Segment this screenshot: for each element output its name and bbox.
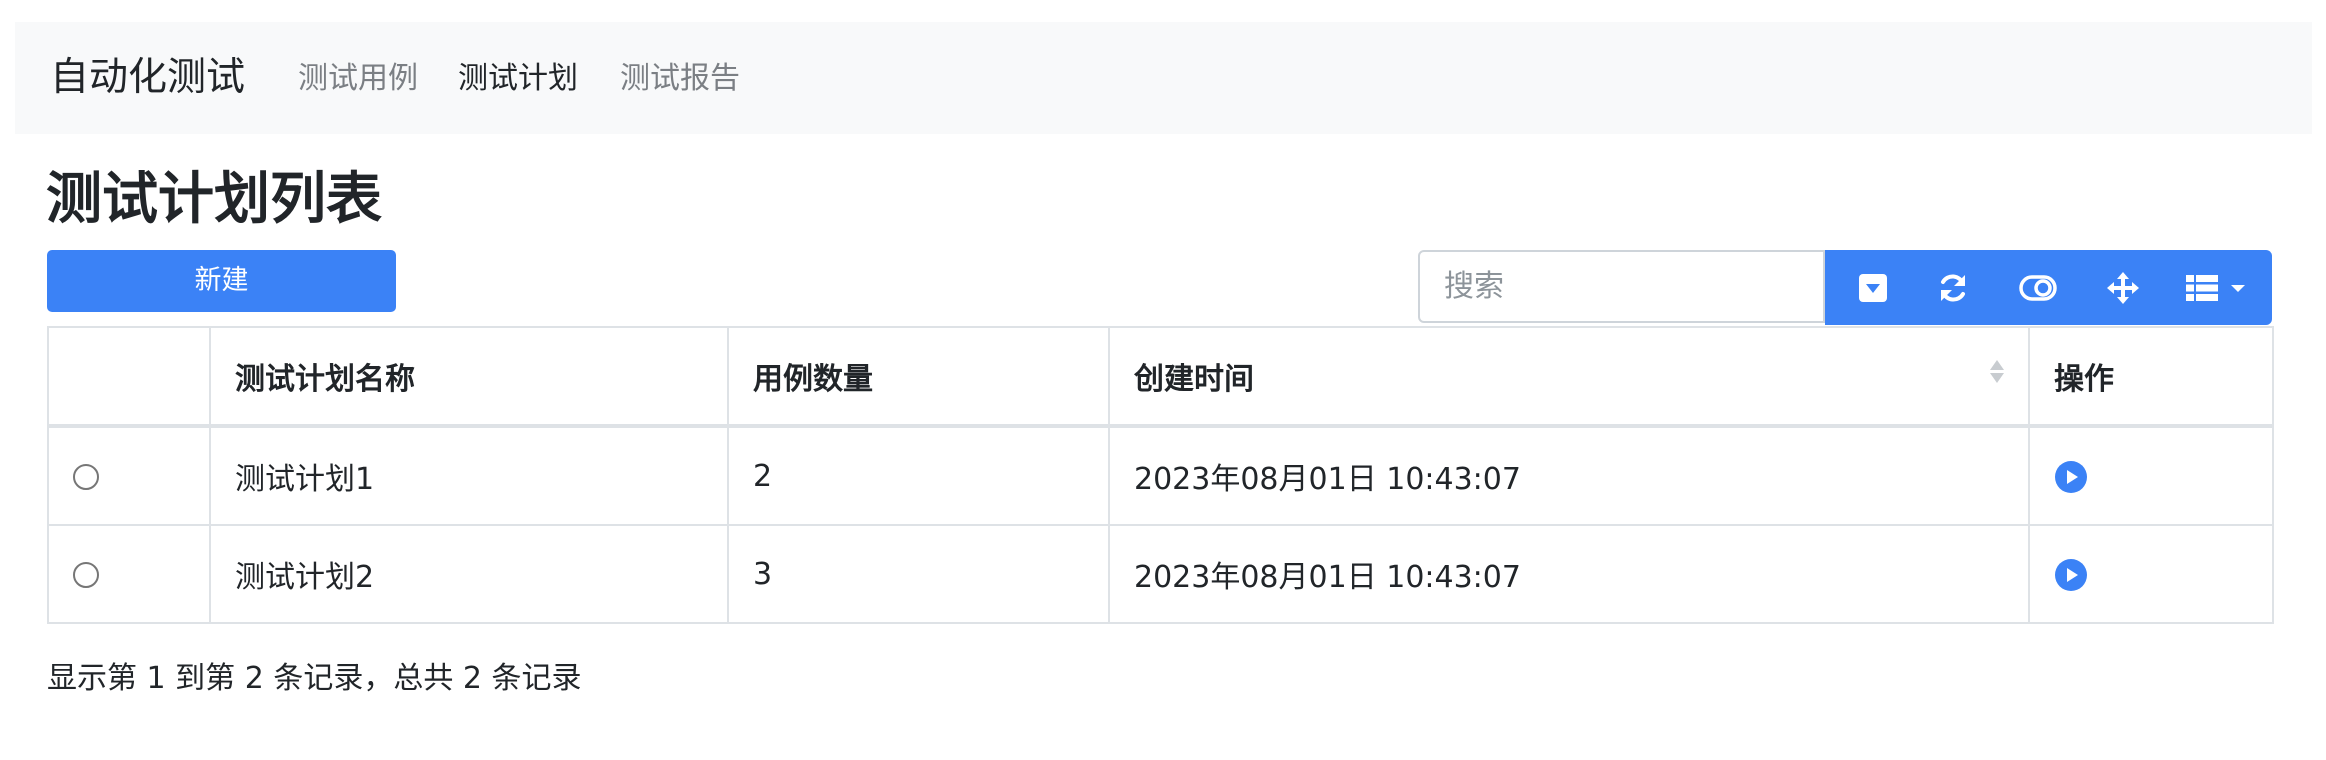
table-row: 测试计划2 3 2023年08月01日 10:43:07: [47, 524, 2274, 624]
fullscreen-move-icon: [2107, 271, 2139, 304]
column-header-created[interactable]: 创建时间: [1108, 326, 2030, 428]
cell-plan-name: 测试计划1: [209, 425, 729, 526]
nav-link-test-cases[interactable]: 测试用例: [298, 58, 418, 100]
navbar-brand[interactable]: 自动化测试: [50, 50, 245, 106]
nav-link-test-reports[interactable]: 测试报告: [620, 58, 740, 100]
cell-created-time: 2023年08月01日 10:43:07: [1108, 425, 2030, 526]
row-radio[interactable]: [73, 464, 99, 490]
cell-case-count: 2: [727, 425, 1110, 526]
new-button[interactable]: 新建: [47, 250, 396, 312]
toggle-icon: [2019, 274, 2057, 301]
table-toolbar: [1825, 250, 2272, 325]
toggle-search-button[interactable]: [1843, 250, 1903, 325]
cell-actions: [2028, 524, 2274, 624]
search-input[interactable]: [1420, 252, 1823, 321]
table-row: 测试计划1 2 2023年08月01日 10:43:07: [47, 425, 2274, 526]
row-select-cell: [47, 425, 211, 526]
test-plan-table: 测试计划名称 用例数量 创建时间 操作 测试计划1 2 2023年08月01日 …: [47, 326, 2274, 624]
column-header-count[interactable]: 用例数量: [727, 326, 1110, 428]
column-header-actions: 操作: [2028, 326, 2274, 428]
top-navbar: 自动化测试 测试用例 测试计划 测试报告: [15, 22, 2312, 134]
caret-square-down-icon: [1859, 273, 1887, 302]
play-circle-icon[interactable]: [2054, 460, 2088, 494]
search-field: [1418, 250, 1825, 323]
nav-link-test-plans[interactable]: 测试计划: [458, 58, 578, 100]
cell-case-count: 3: [727, 524, 1110, 624]
columns-list-icon: [2185, 274, 2218, 301]
fullscreen-button[interactable]: [2093, 250, 2153, 325]
cell-plan-name: 测试计划2: [209, 524, 729, 624]
column-header-select: [47, 326, 211, 428]
columns-dropdown-button[interactable]: [2173, 250, 2258, 325]
refresh-button[interactable]: [1923, 250, 1983, 325]
pagination-info: 显示第 1 到第 2 条记录，总共 2 条记录: [47, 661, 582, 696]
row-radio[interactable]: [73, 562, 99, 588]
refresh-icon: [1941, 274, 1965, 301]
toggle-view-button[interactable]: [2008, 250, 2068, 325]
play-circle-icon[interactable]: [2054, 558, 2088, 592]
sort-icon[interactable]: [1990, 360, 2004, 383]
cell-created-time: 2023年08月01日 10:43:07: [1108, 524, 2030, 624]
column-header-created-label: 创建时间: [1134, 362, 1254, 397]
table-header-row: 测试计划名称 用例数量 创建时间 操作: [47, 326, 2274, 428]
column-header-name[interactable]: 测试计划名称: [209, 326, 729, 428]
row-select-cell: [47, 524, 211, 624]
page-title: 测试计划列表: [46, 167, 382, 232]
chevron-down-icon: [2230, 284, 2245, 292]
cell-actions: [2028, 425, 2274, 526]
